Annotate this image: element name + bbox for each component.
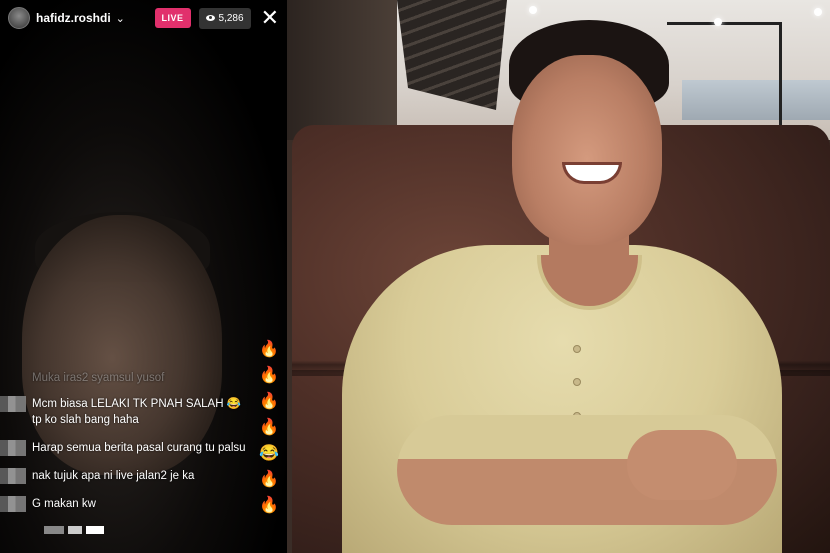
commenter-avatar[interactable] (0, 496, 26, 512)
comment-item: nak tujuk apa ni live jalan2 je ka (0, 468, 287, 484)
fire-emoji-icon: 🔥 (259, 471, 279, 488)
comment-text: Mcm biasa LELAKI TK PNAH SALAH 😂 tp ko s… (32, 398, 242, 426)
ceiling-light (714, 18, 722, 26)
comment-item: Mcm biasa LELAKI TK PNAH SALAH 😂 tp ko s… (0, 396, 287, 428)
dark-pillar (287, 0, 397, 140)
fire-emoji-icon: 🔥 (259, 419, 279, 436)
censored-username-blocks (44, 526, 104, 534)
comment-item: Harap semua berita pasal curang tu palsu (0, 440, 287, 456)
chevron-down-icon[interactable]: ⌄ (116, 12, 125, 25)
shirt-button (573, 378, 581, 386)
laugh-emoji-icon: 😂 (259, 445, 279, 462)
reaction-stream: 🔥 🔥 🔥 🔥 😂 🔥 🔥 (255, 340, 283, 516)
restaurant-photo (287, 0, 830, 553)
shop-sign (682, 80, 830, 120)
comment-text: Muka iras2 syamsul yusof (32, 372, 165, 384)
commenter-avatar[interactable] (0, 396, 26, 412)
username[interactable]: hafidz.roshdi (36, 11, 111, 25)
fire-emoji-icon: 🔥 (259, 367, 279, 384)
person-face (512, 55, 662, 245)
comment-item: G makan kw (0, 496, 287, 512)
lamp-rod (667, 22, 782, 25)
viewer-count-badge[interactable]: 5,286 (198, 7, 251, 29)
fire-emoji-icon: 🔥 (259, 393, 279, 410)
live-badge: LIVE (154, 8, 191, 28)
commenter-avatar[interactable] (0, 440, 26, 456)
shirt-button (573, 345, 581, 353)
hand (627, 430, 737, 500)
fire-emoji-icon: 🔥 (259, 341, 279, 358)
comment-text: G makan kw (32, 498, 96, 510)
live-stream-panel: hafidz.roshdi ⌄ LIVE 5,286 ✕ Muka iras2 … (0, 0, 287, 553)
profile-avatar[interactable] (8, 7, 30, 29)
comment-item: Muka iras2 syamsul yusof (0, 370, 287, 386)
comment-list: Muka iras2 syamsul yusof Mcm biasa LELAK… (0, 368, 287, 512)
close-icon[interactable]: ✕ (261, 7, 279, 29)
live-header: hafidz.roshdi ⌄ LIVE 5,286 ✕ (0, 0, 287, 36)
comment-text: Harap semua berita pasal curang tu palsu (32, 442, 246, 454)
eye-icon (205, 15, 215, 21)
ceiling-light (814, 8, 822, 16)
lamp-rod-vertical (779, 22, 782, 127)
ceiling-light (529, 6, 537, 14)
comment-text: nak tujuk apa ni live jalan2 je ka (32, 470, 195, 482)
commenter-avatar[interactable] (0, 468, 26, 484)
fire-emoji-icon: 🔥 (259, 497, 279, 514)
viewer-count: 5,286 (218, 12, 244, 24)
